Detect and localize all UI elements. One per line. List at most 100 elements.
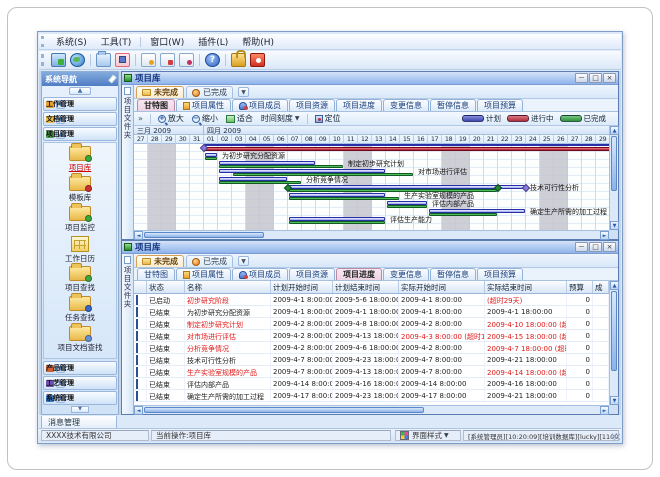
scroll-right-icon[interactable]: ► xyxy=(600,406,609,415)
help-icon[interactable] xyxy=(205,53,220,67)
vscroll-thumb[interactable] xyxy=(611,291,617,371)
overflow-button[interactable]: ▼ xyxy=(71,406,89,413)
pin-icon[interactable] xyxy=(108,74,117,83)
sidebar-item-项目文档查找[interactable]: 项目文档查找 xyxy=(44,325,116,355)
vscroll-thumb[interactable] xyxy=(611,136,617,191)
tab-甘特图[interactable]: 甘特图 xyxy=(137,268,175,280)
resize-grip[interactable] xyxy=(612,433,620,441)
scroll-right-icon[interactable]: ► xyxy=(600,231,609,240)
gantt-hscrollbar[interactable]: ◄ ► xyxy=(134,230,609,239)
gantt-complete-bar[interactable] xyxy=(205,157,217,160)
table-row[interactable]: 已结束评估内部产品2009-4-14 8:00:002009-4-16 18:0… xyxy=(134,378,609,390)
maximize-button[interactable]: □ xyxy=(589,73,602,83)
table-hscrollbar[interactable]: ◄ ► xyxy=(134,405,609,414)
close-button[interactable]: × xyxy=(603,73,616,83)
menu-item-3[interactable]: 插件(L) xyxy=(191,33,235,50)
scroll-up-icon[interactable]: ▲ xyxy=(610,281,619,290)
save-icon[interactable] xyxy=(115,53,130,67)
sidebar-item-项目查找[interactable]: 项目查找 xyxy=(44,265,116,295)
folder-strip[interactable]: 项目文件夹 xyxy=(122,254,134,414)
folder-tab-已完成[interactable]: 已完成 xyxy=(186,255,233,267)
column-header-icon[interactable] xyxy=(134,281,147,293)
mail-verify-icon[interactable] xyxy=(160,53,175,67)
locate-button[interactable]: 定位 xyxy=(311,112,345,125)
minimize-button[interactable]: － xyxy=(575,242,588,252)
tab-项目资源[interactable]: 项目资源 xyxy=(289,99,335,111)
tab-暂停信息[interactable]: 暂停信息 xyxy=(430,268,476,280)
table-row[interactable]: 已结束为初步研究分配资源2009-4-1 8:00:002009-4-1 18:… xyxy=(134,306,609,318)
scroll-up-icon[interactable]: ▲ xyxy=(610,126,619,135)
lock-icon[interactable] xyxy=(231,53,246,67)
minimize-button[interactable]: － xyxy=(575,73,588,83)
folder-strip[interactable]: 项目文件夹 xyxy=(122,85,134,239)
column-header-预算[interactable]: 预算 xyxy=(567,281,593,293)
sidebar-group-文档管理[interactable]: 文档管理▼ xyxy=(43,112,117,126)
menu-item-1[interactable]: 工具(T) xyxy=(94,33,139,50)
sidebar-item-项目监控[interactable]: 项目监控 xyxy=(44,205,116,235)
maximize-button[interactable]: □ xyxy=(589,242,602,252)
folder-tabs-overflow-icon[interactable]: ▼ xyxy=(238,87,249,97)
menu-item-2[interactable]: 窗口(W) xyxy=(143,33,191,50)
ui-style-button[interactable]: 界面样式 ▼ xyxy=(395,430,461,441)
sidebar-item-任务查找[interactable]: 任务查找 xyxy=(44,295,116,325)
tab-暂停信息[interactable]: 暂停信息 xyxy=(430,99,476,111)
column-header-计划开始时间[interactable]: 计划开始时间 xyxy=(271,281,333,293)
tab-项目成员[interactable]: 项目成员 xyxy=(232,99,288,111)
toolbar-grip[interactable] xyxy=(41,54,45,67)
tab-甘特图[interactable]: 甘特图 xyxy=(137,99,175,111)
folder-icon[interactable] xyxy=(96,53,111,67)
tab-变更信息[interactable]: 变更信息 xyxy=(383,99,429,111)
tab-项目进度[interactable]: 项目进度 xyxy=(336,99,382,111)
sidebar-item-模板库[interactable]: 模板库 xyxy=(44,175,116,205)
scroll-left-icon[interactable]: ◄ xyxy=(134,231,143,240)
gantt-complete-bar[interactable] xyxy=(289,221,385,224)
menu-item-0[interactable]: 系统(S) xyxy=(49,33,94,50)
tab-变更信息[interactable]: 变更信息 xyxy=(383,268,429,280)
tab-项目成员[interactable]: 项目成员 xyxy=(232,268,288,280)
tab-项目预算[interactable]: 项目预算 xyxy=(477,99,523,111)
gantt-complete-bar[interactable] xyxy=(219,181,301,184)
menu-item-4[interactable]: 帮助(H) xyxy=(235,33,281,50)
hscroll-thumb[interactable] xyxy=(144,232,264,238)
zoom-in-button[interactable]: + 放大 xyxy=(154,112,188,125)
sidebar-group-工作管理[interactable]: 工作管理▼ xyxy=(43,97,117,111)
table-row[interactable]: 已结束制定初步研究计划2009-4-2 8:00:002009-4-8 18:0… xyxy=(134,318,609,330)
tab-项目进度[interactable]: 项目进度 xyxy=(336,268,382,280)
tab-项目资源[interactable]: 项目资源 xyxy=(289,268,335,280)
folder-tab-已完成[interactable]: 已完成 xyxy=(186,86,233,98)
hscroll-thumb[interactable] xyxy=(144,407,424,413)
gantt-inprogress-bar[interactable] xyxy=(204,147,609,151)
tab-项目属性[interactable]: 项目属性 xyxy=(176,99,231,111)
column-header-实际结束时间[interactable]: 实际结束时间 xyxy=(485,281,567,293)
menubar-grip[interactable] xyxy=(41,36,45,47)
folder-tabs-overflow-icon[interactable]: ▼ xyxy=(238,256,249,266)
sidebar-group-项目管理[interactable]: 项目管理▲ xyxy=(43,127,117,141)
scroll-down-icon[interactable]: ▼ xyxy=(610,221,619,230)
progress-window-titlebar[interactable]: 项目库 － □ × xyxy=(122,241,618,254)
table-row[interactable]: 已结束确定生产所需的加工过程2009-4-17 8:00:002009-4-23… xyxy=(134,390,609,402)
table-row[interactable]: 已结束技术可行性分析2009-4-7 8:00:002009-4-23 18:0… xyxy=(134,354,609,366)
column-header-实际开始时间[interactable]: 实际开始时间 xyxy=(399,281,485,293)
mail-del-icon[interactable] xyxy=(179,53,194,67)
gantt-complete-bar[interactable] xyxy=(289,197,399,200)
globe-icon[interactable] xyxy=(70,53,85,67)
gantt-window-titlebar[interactable]: 项目库 － □ × xyxy=(122,72,618,85)
column-header-成[interactable]: 成 xyxy=(593,281,609,293)
tab-项目属性[interactable]: 项目属性 xyxy=(176,268,231,280)
column-header-名称[interactable]: 名称 xyxy=(185,281,271,293)
table-vscrollbar[interactable]: ▲ ▼ xyxy=(609,281,618,405)
sidebar-group-工艺管理[interactable]: 工艺管理▼ xyxy=(43,376,117,390)
collapse-button[interactable]: ▲ xyxy=(69,87,91,95)
folder-tab-未完成[interactable]: 未完成 xyxy=(136,255,184,267)
scroll-down-icon[interactable]: ▼ xyxy=(610,396,619,405)
gantt-complete-bar[interactable] xyxy=(429,213,497,216)
exit-icon[interactable] xyxy=(250,53,265,67)
fit-button[interactable]: 适合 xyxy=(222,112,257,125)
sidebar-group-产品管理[interactable]: 产品管理▼ xyxy=(43,361,117,375)
close-button[interactable]: × xyxy=(603,242,616,252)
table-row[interactable]: 已结束分析竞争情况2009-4-2 8:00:002009-4-6 18:00:… xyxy=(134,342,609,354)
scroll-left-icon[interactable]: ◄ xyxy=(134,406,143,415)
folder-tab-未完成[interactable]: 未完成 xyxy=(136,86,184,98)
gantt-vscrollbar[interactable]: ▲ ▼ xyxy=(609,126,618,230)
gantt-complete-bar[interactable] xyxy=(387,205,427,208)
